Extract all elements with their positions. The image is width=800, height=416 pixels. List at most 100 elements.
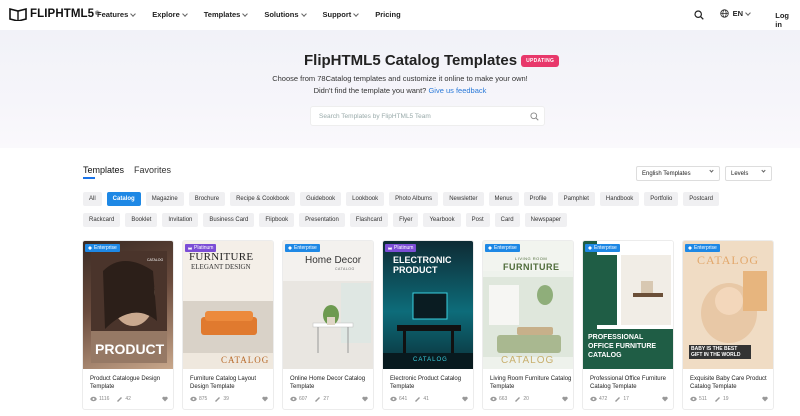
nav-support[interactable]: Support [323,10,360,19]
nav-pricing[interactable]: Pricing [375,10,400,19]
category-chip[interactable]: All [83,192,102,206]
eye-icon [690,396,697,402]
hero-subtitle-feedback: Didn't find the template you want? Give … [0,86,800,95]
chevron-down-icon [761,168,766,173]
category-chip[interactable]: Flyer [393,213,419,227]
category-chip[interactable]: Flipbook [259,213,295,227]
tier-label: Enterprise [694,245,717,251]
nav-label: Pricing [375,10,401,19]
login-link[interactable]: Log in [775,11,789,29]
pencil-icon [415,397,421,402]
template-card[interactable]: CATALOG BABY IS THE BEST GIFT IN THE WOR… [682,240,774,410]
feedback-prompt: Didn't find the template you want? [313,86,427,95]
nav-label: Solutions [264,10,299,19]
category-chip[interactable]: Post [465,213,490,227]
template-search-input[interactable] [319,112,519,120]
cover-subheading: LIVING ROOM [515,256,548,261]
views-stat: 875 [190,396,207,402]
logo[interactable]: FLIPHTML5 ® [9,7,100,21]
levels-select[interactable]: Levels [725,166,772,181]
tier-label: Platinum [394,245,414,251]
updating-badge: UPDATING [521,54,560,67]
template-card[interactable]: LIVING ROOM FURNITURE CATALOG Enterprise… [482,240,574,410]
views-count: 511 [699,396,707,402]
heart-icon[interactable] [562,396,568,402]
template-card[interactable]: FURNITURE ELEGANT DESIGN CATALOG Platinu… [182,240,274,410]
template-card[interactable]: Home Decor CATALOG Enterprise Online Hom… [282,240,374,410]
nav-templates[interactable]: Templates [204,10,249,19]
template-stats: 511 19 [690,396,772,402]
template-title: Living Room Furniture Catalog Template [490,376,572,390]
views-count: 472 [599,396,608,402]
edits-stat: 20 [514,396,529,402]
edits-count: 17 [623,396,629,402]
category-chip[interactable]: Newspaper [524,213,568,227]
category-chip[interactable]: Rackcard [83,213,121,227]
category-chip[interactable]: Profile [523,192,553,206]
category-chip[interactable]: Handbook [599,192,640,206]
template-thumbnail: ELECTRONIC PRODUCT CATALOG [383,241,473,369]
category-chip[interactable]: Guidebook [300,192,342,206]
pencil-icon [515,397,521,402]
chevron-down-icon [709,168,714,173]
category-chip[interactable]: Magazine [145,192,184,206]
template-tabs: Templates Favorites [83,165,181,179]
category-chip[interactable]: Business Card [203,213,255,227]
category-chip[interactable]: Postcard [683,192,719,206]
category-chip[interactable]: Newsletter [443,192,484,206]
views-count: 663 [499,396,508,402]
cover-bottom: CATALOG [221,355,270,365]
category-chip[interactable]: Booklet [125,213,158,227]
template-search [310,106,545,126]
heart-icon[interactable] [162,396,168,402]
heart-icon[interactable] [762,396,768,402]
category-chip[interactable]: Lookbook [346,192,385,206]
template-card[interactable]: PROFESSIONAL OFFICE FURNITURE CATALOG En… [582,240,674,410]
heart-icon[interactable] [262,396,268,402]
feedback-link[interactable]: Give us feedback [428,86,486,95]
eye-icon [490,396,497,402]
heart-icon[interactable] [462,396,468,402]
category-chip[interactable]: Flashcard [349,213,389,227]
edits-stat: 17 [614,396,629,402]
category-chip[interactable]: Pamphlet [557,192,595,206]
tier-label: Enterprise [494,245,517,251]
edits-stat: 27 [314,396,329,402]
category-chip[interactable]: Recipe & Cookbook [230,192,296,206]
nav-label: Features [97,10,129,19]
category-chip[interactable]: Presentation [299,213,345,227]
tab-templates[interactable]: Templates [83,165,124,179]
tab-favorites[interactable]: Favorites [134,165,171,175]
heart-icon[interactable] [662,396,668,402]
nav-features[interactable]: Features [97,10,137,19]
search-icon[interactable] [530,112,539,121]
category-chip[interactable]: Yearbook [423,213,461,227]
nav-solutions[interactable]: Solutions [264,10,307,19]
category-chip[interactable]: Portfolio [644,192,679,206]
enterprise-badge: Enterprise [585,244,620,252]
edits-count: 27 [323,396,329,402]
category-chip[interactable]: Catalog [106,192,141,206]
pencil-icon [215,397,221,402]
views-stat: 663 [490,396,507,402]
template-card[interactable]: PRODUCT CATALOG Enterprise Product Catal… [82,240,174,410]
heart-icon[interactable] [362,396,368,402]
chevron-down-icon [181,10,188,17]
category-chip[interactable]: Menus [488,192,519,206]
category-chip[interactable]: Brochure [188,192,226,206]
tier-label: Enterprise [594,245,617,251]
chevron-down-icon [353,10,360,17]
category-chip[interactable]: Card [494,213,520,227]
cover-top-label: CATALOG [147,258,164,262]
enterprise-badge: Enterprise [85,244,120,252]
nav-explore[interactable]: Explore [152,10,188,19]
category-chip[interactable]: Invitation [162,213,199,227]
views-count: 875 [199,396,208,402]
tier-label: Platinum [194,245,214,251]
language-template-select[interactable]: English Templates [636,166,720,181]
template-card[interactable]: ELECTRONIC PRODUCT CATALOG Platinum Elec… [382,240,474,410]
language-selector[interactable]: EN [719,9,751,18]
search-icon[interactable] [694,10,704,20]
edits-count: 42 [125,396,131,402]
category-chip[interactable]: Photo Albums [389,192,439,206]
